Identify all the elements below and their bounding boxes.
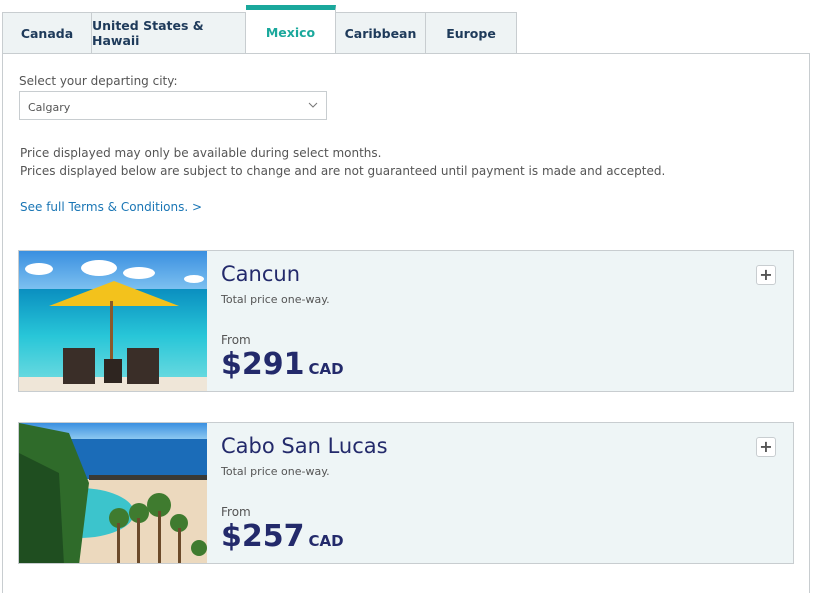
tab-europe[interactable]: Europe — [426, 12, 517, 54]
price: $291 CAD — [221, 347, 344, 382]
chevron-down-icon — [308, 102, 318, 108]
price: $257 CAD — [221, 519, 344, 554]
departing-city-label: Select your departing city: — [19, 74, 178, 88]
destination-name: Cabo San Lucas — [221, 434, 388, 458]
destination-name: Cancun — [221, 262, 301, 286]
tab-mexico[interactable]: Mexico — [246, 5, 336, 54]
destination-card: Cabo San Lucas Total price one-way. From… — [18, 422, 794, 564]
price-amount: $291 — [221, 347, 305, 382]
price-disclaimer: Prices displayed below are subject to ch… — [20, 164, 666, 178]
tab-united-states-hawaii[interactable]: United States & Hawaii — [92, 12, 246, 54]
price-currency: CAD — [308, 360, 344, 378]
from-label: From — [221, 333, 251, 347]
plus-icon: + — [759, 437, 773, 456]
price-description: Total price one-way. — [221, 465, 330, 478]
region-tabs: Canada United States & Hawaii Mexico Car… — [2, 5, 517, 54]
price-description: Total price one-way. — [221, 293, 330, 306]
destination-image-cancun — [19, 251, 207, 391]
departing-city-value: Calgary — [28, 101, 71, 114]
price-currency: CAD — [308, 532, 344, 550]
destination-image-cabo-san-lucas — [19, 423, 207, 563]
plus-icon: + — [759, 265, 773, 284]
tab-caribbean[interactable]: Caribbean — [336, 12, 426, 54]
expand-button[interactable]: + — [756, 265, 776, 285]
expand-button[interactable]: + — [756, 437, 776, 457]
terms-link[interactable]: See full Terms & Conditions. > — [20, 200, 202, 214]
departing-city-select[interactable]: Calgary — [19, 91, 327, 120]
tab-canada[interactable]: Canada — [2, 12, 92, 54]
price-amount: $257 — [221, 519, 305, 554]
availability-note: Price displayed may only be available du… — [20, 146, 382, 160]
destination-card: Cancun Total price one-way. From $291 CAD… — [18, 250, 794, 392]
from-label: From — [221, 505, 251, 519]
